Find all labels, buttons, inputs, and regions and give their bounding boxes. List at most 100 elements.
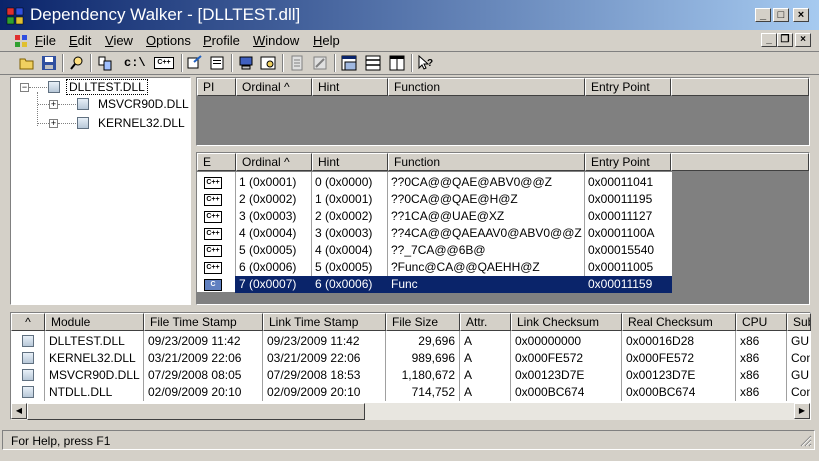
- maximize-button[interactable]: □: [773, 8, 789, 22]
- close-button[interactable]: ×: [793, 8, 809, 22]
- cpp-button[interactable]: C++: [152, 54, 176, 72]
- dll-file-icon: [22, 386, 34, 398]
- module-subsystem: GUI: [791, 334, 810, 348]
- imports-header-pi[interactable]: PI: [197, 78, 236, 96]
- menu-options[interactable]: Options: [146, 33, 191, 48]
- help-icon[interactable]: ?: [416, 54, 434, 72]
- table-row[interactable]: KERNEL32.DLL 03/21/2009 22:06 03/21/2009…: [11, 350, 811, 367]
- function-icon[interactable]: [311, 54, 329, 72]
- module-file-time-stamp: 03/21/2009 22:06: [148, 351, 242, 365]
- document-icon[interactable]: [14, 34, 28, 48]
- module-list-icon[interactable]: [288, 54, 306, 72]
- modules-header-link-time-stamp[interactable]: Link Time Stamp: [263, 313, 386, 331]
- modules-header-cpu[interactable]: CPU: [736, 313, 787, 331]
- refresh-icon[interactable]: [186, 54, 204, 72]
- tree-item-dlltest[interactable]: DLLTEST.DLL: [66, 79, 148, 95]
- modules-header-link-checksum[interactable]: Link Checksum: [511, 313, 622, 331]
- tree-item-msvcr90d[interactable]: MSVCR90D.DLL: [98, 97, 189, 111]
- tree-item-kernel32[interactable]: KERNEL32.DLL: [98, 116, 185, 130]
- table-row[interactable]: C++ 4 (0x0004) 3 (0x0003) ??4CA@@QAEAAV0…: [197, 225, 672, 242]
- export-entry-point: 0x00011127: [588, 209, 653, 223]
- export-ordinal: 2 (0x0002): [239, 192, 297, 206]
- export-function: ?Func@CA@@QAEHH@Z: [391, 260, 540, 274]
- dll-file-icon: [22, 352, 34, 364]
- modules-header-module[interactable]: Module: [45, 313, 144, 331]
- app-icon: [6, 7, 24, 25]
- module-tree[interactable]: − DLLTEST.DLL + MSVCR90D.DLL + KERNEL32.…: [10, 77, 191, 305]
- export-entry-point: 0x00011005: [588, 260, 654, 274]
- menu-view[interactable]: View: [105, 33, 133, 48]
- find-icon[interactable]: [68, 54, 86, 72]
- open-icon[interactable]: [18, 54, 36, 72]
- exports-header-entry-point[interactable]: Entry Point: [585, 153, 671, 171]
- copy-icon[interactable]: [96, 54, 114, 72]
- path-button[interactable]: c:\: [124, 54, 146, 72]
- imports-header-function[interactable]: Function: [388, 78, 585, 96]
- cpp-function-icon: C++: [204, 262, 222, 274]
- tree-expand-toggle[interactable]: +: [49, 119, 58, 128]
- export-ordinal: 3 (0x0003): [239, 209, 297, 223]
- exports-header-function[interactable]: Function: [388, 153, 585, 171]
- toolbar-separator: [231, 54, 233, 72]
- table-row[interactable]: C++ 6 (0x0006) 5 (0x0005) ?Func@CA@@QAEH…: [197, 259, 672, 276]
- exports-header-ordinal[interactable]: Ordinal ^: [236, 153, 312, 171]
- menu-window[interactable]: Window: [253, 33, 299, 48]
- menu-help-rest: elp: [322, 33, 340, 48]
- mdi-restore-button[interactable]: ❐: [777, 33, 793, 47]
- scroll-thumb[interactable]: [27, 403, 365, 420]
- title-bar[interactable]: Dependency Walker - [DLLTEST.dll] _ □ ×: [0, 0, 819, 30]
- columns-icon[interactable]: [388, 54, 406, 72]
- scroll-left-button[interactable]: ◀: [11, 403, 27, 419]
- view-full-paths-icon[interactable]: [259, 54, 277, 72]
- toolbar-separator: [62, 54, 64, 72]
- table-row[interactable]: C++ 2 (0x0002) 1 (0x0001) ??0CA@@QAE@H@Z…: [197, 191, 672, 208]
- table-row[interactable]: C++ 5 (0x0005) 4 (0x0004) ??_7CA@@6B@ 0x…: [197, 242, 672, 259]
- imports-list[interactable]: PI Ordinal ^ Hint Function Entry Point: [196, 77, 810, 146]
- system-info-icon[interactable]: [237, 54, 255, 72]
- tree-collapse-toggle[interactable]: −: [20, 83, 29, 92]
- table-row[interactable]: DLLTEST.DLL 09/23/2009 11:42 09/23/2009 …: [11, 333, 811, 350]
- menu-help[interactable]: Help: [313, 33, 340, 48]
- imports-header-hint[interactable]: Hint: [312, 78, 388, 96]
- resize-grip-icon[interactable]: [800, 435, 812, 447]
- exports-header-e[interactable]: E: [197, 153, 236, 171]
- module-real-checksum: 0x00123D7E: [626, 368, 696, 382]
- table-row[interactable]: C++ 3 (0x0003) 2 (0x0002) ??1CA@@UAE@XZ …: [197, 208, 672, 225]
- modules-header-file-time-stamp[interactable]: File Time Stamp: [144, 313, 263, 331]
- mdi-close-button[interactable]: ×: [795, 33, 811, 47]
- module-link-time-stamp: 03/21/2009 22:06: [267, 351, 361, 365]
- save-icon[interactable]: [40, 54, 58, 72]
- imports-header-ordinal[interactable]: Ordinal ^: [236, 78, 312, 96]
- tree-expand-toggle[interactable]: +: [49, 100, 58, 109]
- table-row-selected[interactable]: C 7 (0x0007) 6 (0x0006) Func 0x00011159: [197, 276, 672, 293]
- export-hint: 0 (0x0000): [315, 175, 373, 189]
- tree-connector: [37, 92, 38, 126]
- vertical-split-icon[interactable]: [364, 54, 382, 72]
- table-row[interactable]: MSVCR90D.DLL 07/29/2008 08:05 07/29/2008…: [11, 367, 811, 384]
- exports-header-hint[interactable]: Hint: [312, 153, 388, 171]
- modules-header-file-size[interactable]: File Size: [386, 313, 460, 331]
- menu-file[interactable]: File: [35, 33, 56, 48]
- modules-header-sort[interactable]: ^: [11, 313, 45, 331]
- menu-edit[interactable]: Edit: [69, 33, 91, 48]
- properties-icon[interactable]: [208, 54, 226, 72]
- mdi-minimize-button[interactable]: _: [761, 33, 777, 47]
- imports-header-entry-point[interactable]: Entry Point: [585, 78, 671, 96]
- export-ordinal: 5 (0x0005): [239, 243, 297, 257]
- table-row[interactable]: C++ 1 (0x0001) 0 (0x0000) ??0CA@@QAE@ABV…: [197, 174, 672, 191]
- module-list[interactable]: ^ Module File Time Stamp Link Time Stamp…: [10, 312, 811, 420]
- module-cpu: x86: [740, 351, 760, 365]
- horizontal-scrollbar[interactable]: ◀ ▶: [11, 403, 810, 420]
- module-file-time-stamp: 07/29/2008 08:05: [148, 368, 242, 382]
- modules-header-real-checksum[interactable]: Real Checksum: [622, 313, 736, 331]
- horizontal-split-icon[interactable]: [340, 54, 358, 72]
- table-row[interactable]: NTDLL.DLL 02/09/2009 20:10 02/09/2009 20…: [11, 384, 811, 401]
- module-subsystem: GUI: [791, 368, 810, 382]
- modules-header-attr[interactable]: Attr.: [460, 313, 511, 331]
- exports-list[interactable]: E Ordinal ^ Hint Function Entry Point C+…: [196, 152, 810, 305]
- menu-options-rest: ptions: [156, 33, 191, 48]
- modules-header-subsystem[interactable]: Sub: [787, 313, 811, 331]
- menu-profile[interactable]: Profile: [203, 33, 240, 48]
- minimize-button[interactable]: _: [755, 8, 771, 22]
- scroll-right-button[interactable]: ▶: [794, 403, 810, 419]
